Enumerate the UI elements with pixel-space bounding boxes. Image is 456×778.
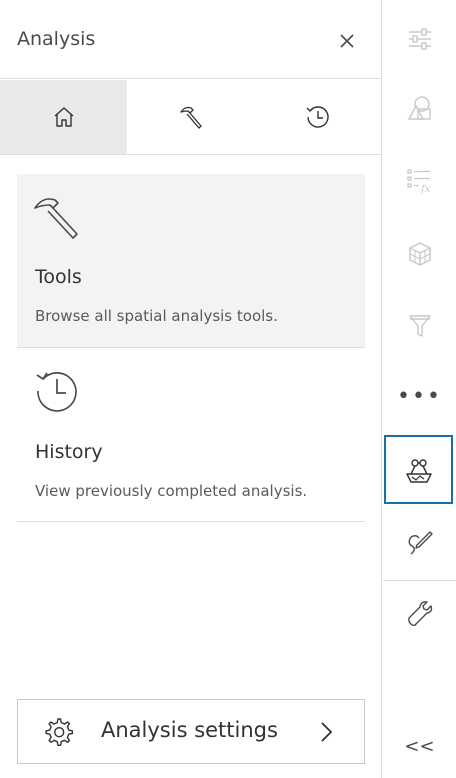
history-card-title: History bbox=[35, 441, 103, 463]
list-formula-icon: fx bbox=[406, 169, 431, 194]
history-icon bbox=[306, 106, 329, 128]
history-card-description: View previously completed analysis. bbox=[35, 482, 308, 500]
home-icon bbox=[54, 107, 73, 127]
tab-tools[interactable] bbox=[127, 80, 254, 154]
tab-history[interactable] bbox=[254, 80, 382, 154]
hammer-icon bbox=[179, 106, 202, 129]
rail-item-tools[interactable] bbox=[383, 586, 456, 642]
rail-item-settings-sliders[interactable] bbox=[383, 11, 456, 67]
panel-header: Analysis bbox=[0, 0, 382, 79]
tab-home[interactable] bbox=[0, 80, 127, 154]
close-icon bbox=[340, 34, 354, 48]
filter-icon bbox=[408, 315, 431, 337]
shapes-icon bbox=[407, 96, 431, 120]
panel-tabs bbox=[0, 80, 382, 155]
history-icon bbox=[36, 372, 77, 412]
collapse-icon: << bbox=[404, 735, 435, 757]
close-button[interactable] bbox=[333, 27, 361, 55]
rail-item-sketch[interactable] bbox=[383, 515, 456, 571]
chevron-right-icon bbox=[321, 722, 333, 742]
tools-card-title: Tools bbox=[35, 266, 82, 288]
history-card[interactable]: History View previously completed analys… bbox=[17, 349, 365, 522]
wrench-icon bbox=[407, 601, 432, 627]
cube-icon bbox=[408, 242, 431, 266]
sliders-icon bbox=[408, 28, 431, 50]
hammer-icon bbox=[34, 198, 78, 239]
rail-item-shapes[interactable] bbox=[383, 80, 456, 136]
sketch-icon bbox=[408, 531, 433, 555]
tools-card-description: Browse all spatial analysis tools. bbox=[35, 307, 278, 325]
rail-item-analysis[interactable] bbox=[384, 435, 453, 504]
svg-text:fx: fx bbox=[420, 184, 431, 194]
panel-title: Analysis bbox=[17, 28, 96, 50]
rail-item-list-formula[interactable]: fx bbox=[383, 152, 456, 208]
more-icon: ••• bbox=[397, 383, 442, 409]
analysis-settings-button[interactable]: Analysis settings bbox=[17, 699, 365, 764]
analysis-settings-label: Analysis settings bbox=[101, 718, 278, 742]
analysis-icon bbox=[405, 458, 432, 483]
rail-item-cube[interactable] bbox=[383, 226, 456, 282]
gear-icon bbox=[45, 718, 74, 746]
tools-card[interactable]: Tools Browse all spatial analysis tools. bbox=[17, 174, 365, 348]
collapse-rail-button[interactable]: << bbox=[383, 726, 456, 766]
rail-item-filter[interactable] bbox=[383, 298, 456, 354]
action-rail: fx ••• << bbox=[383, 0, 456, 778]
analysis-panel: Analysis Tools Browse all spatial analys… bbox=[0, 0, 382, 778]
rail-divider bbox=[383, 580, 456, 581]
rail-item-more[interactable]: ••• bbox=[383, 368, 456, 424]
